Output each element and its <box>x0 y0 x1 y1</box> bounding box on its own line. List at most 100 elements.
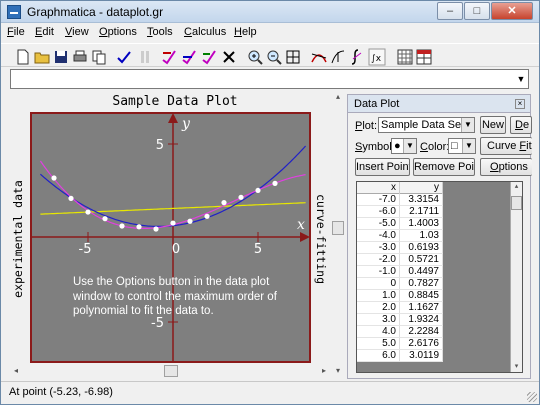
scroll-down-icon[interactable]: ▾ <box>332 365 344 377</box>
cell-y[interactable]: 2.2284 <box>400 326 443 337</box>
options-button[interactable]: Options <box>480 158 532 176</box>
new-file-icon[interactable] <box>13 47 31 65</box>
cell-x[interactable]: -4.0 <box>357 230 400 241</box>
chevron-down-icon[interactable]: ▼ <box>403 139 416 153</box>
scroll-left-icon[interactable]: ◂ <box>10 365 22 377</box>
data-grid[interactable]: x y -7.0 3.3154 -6.0 2.1711 -5.0 1.4003 -4.0 1.… <box>356 181 523 373</box>
table-row[interactable]: -3.0 0.6193 <box>357 242 443 254</box>
cell-x[interactable]: 1.0 <box>357 290 400 301</box>
table-row[interactable]: 3.0 1.9324 <box>357 314 443 326</box>
cell-x[interactable]: 3.0 <box>357 314 400 325</box>
integral-icon[interactable] <box>347 47 365 65</box>
cell-y[interactable]: 0.4497 <box>400 266 443 277</box>
new-button[interactable]: New <box>480 116 506 134</box>
table-row[interactable]: -4.0 1.03 <box>357 230 443 242</box>
cell-x[interactable]: -1.0 <box>357 266 400 277</box>
cell-y[interactable]: 0.5721 <box>400 254 443 265</box>
table-row[interactable]: 5.0 2.6176 <box>357 338 443 350</box>
cell-x[interactable]: -5.0 <box>357 218 400 229</box>
integral-dx-icon[interactable]: ∫x <box>367 47 386 66</box>
remove-point-button[interactable]: Remove Point <box>413 158 475 176</box>
menu-file[interactable]: File <box>7 26 25 38</box>
cell-x[interactable]: -3.0 <box>357 242 400 253</box>
symbol-select[interactable]: ● ▼ <box>391 138 417 154</box>
table-row[interactable]: 0 0.7827 <box>357 278 443 290</box>
table-row[interactable]: 6.0 3.0119 <box>357 350 443 362</box>
cell-x[interactable]: 4.0 <box>357 326 400 337</box>
cell-y[interactable]: 1.9324 <box>400 314 443 325</box>
grid-icon[interactable] <box>395 47 413 65</box>
scroll-down-icon[interactable]: ▾ <box>511 362 522 372</box>
cell-x[interactable]: -7.0 <box>357 194 400 205</box>
grid-scroll-thumb[interactable] <box>511 196 522 210</box>
resize-grip-icon[interactable] <box>527 392 537 402</box>
cell-x[interactable]: 5.0 <box>357 338 400 349</box>
chevron-down-icon[interactable]: ▼ <box>461 118 474 132</box>
data-table[interactable]: x y -7.0 3.3154 -6.0 2.1711 -5.0 1.4003 -4.0 1.… <box>357 182 443 362</box>
zoom-box-icon[interactable] <box>283 47 301 65</box>
chevron-down-icon[interactable]: ▼ <box>462 139 475 153</box>
cell-y[interactable]: 1.03 <box>400 230 443 241</box>
graph-trace-icon[interactable] <box>199 47 217 65</box>
vertical-scroll-thumb[interactable] <box>332 221 344 235</box>
menu-view[interactable]: View <box>65 26 89 38</box>
cell-x[interactable]: -6.0 <box>357 206 400 217</box>
cell-y[interactable]: 2.6176 <box>400 338 443 349</box>
cell-y[interactable]: 3.0119 <box>400 350 443 361</box>
table-row[interactable]: -5.0 1.4003 <box>357 218 443 230</box>
equation-input[interactable]: ▼ <box>10 69 529 89</box>
cell-x[interactable]: 2.0 <box>357 302 400 313</box>
color-select[interactable]: □ ▼ <box>448 138 476 154</box>
cell-y[interactable]: 2.1711 <box>400 206 443 217</box>
zoom-in-icon[interactable] <box>245 47 263 65</box>
graph-area[interactable]: Sample Data Plot y x 5 -5 -5 5 0 Use the… <box>10 91 330 363</box>
menu-options[interactable]: Options <box>99 26 137 38</box>
menu-edit[interactable]: Edit <box>35 26 54 38</box>
table-row[interactable]: 2.0 1.1627 <box>357 302 443 314</box>
derivative-icon[interactable] <box>328 47 346 65</box>
cell-y[interactable]: 3.3154 <box>400 194 443 205</box>
close-button[interactable]: ✕ <box>491 2 533 20</box>
menu-tools[interactable]: Tools <box>147 26 173 38</box>
minimize-button[interactable]: – <box>437 2 463 20</box>
scroll-right-icon[interactable]: ▸ <box>318 365 330 377</box>
scroll-up-icon[interactable]: ▴ <box>332 91 344 103</box>
save-icon[interactable] <box>51 47 69 65</box>
table-row[interactable]: 4.0 2.2284 <box>357 326 443 338</box>
delete-graph-icon[interactable] <box>219 47 237 65</box>
maximize-button[interactable]: □ <box>464 2 490 20</box>
table-row[interactable]: -1.0 0.4497 <box>357 266 443 278</box>
menu-help[interactable]: Help <box>234 26 257 38</box>
scroll-up-icon[interactable]: ▴ <box>511 182 522 192</box>
horizontal-scrollbar[interactable]: ◂ ▸ <box>10 365 330 377</box>
panel-close-icon[interactable]: × <box>515 99 525 109</box>
table-row[interactable]: -6.0 2.1711 <box>357 206 443 218</box>
cell-y[interactable]: 0.6193 <box>400 242 443 253</box>
cell-y[interactable]: 0.7827 <box>400 278 443 289</box>
open-folder-icon[interactable] <box>32 47 50 65</box>
zoom-out-icon[interactable] <box>264 47 282 65</box>
data-table-icon[interactable] <box>414 47 432 65</box>
horizontal-scroll-thumb[interactable] <box>164 365 178 377</box>
table-row[interactable]: -2.0 0.5721 <box>357 254 443 266</box>
cell-y[interactable]: 0.8845 <box>400 290 443 301</box>
column-header-y[interactable]: y <box>400 182 443 194</box>
table-row[interactable]: 1.0 0.8845 <box>357 290 443 302</box>
cell-y[interactable]: 1.1627 <box>400 302 443 313</box>
chevron-down-icon[interactable]: ▼ <box>514 70 528 88</box>
vertical-scrollbar[interactable]: ▴ ▾ <box>332 91 344 377</box>
cell-y[interactable]: 1.4003 <box>400 218 443 229</box>
curve-fit-button[interactable]: Curve Fit <box>480 137 532 155</box>
delete-button[interactable]: De <box>510 116 532 134</box>
cell-x[interactable]: -2.0 <box>357 254 400 265</box>
tangent-icon[interactable] <box>309 47 327 65</box>
cell-x[interactable]: 0 <box>357 278 400 289</box>
graph-edit-icon[interactable] <box>179 47 197 65</box>
menu-calculus[interactable]: Calculus <box>184 26 226 38</box>
plot-check-icon[interactable] <box>114 47 132 65</box>
graph-canvas[interactable]: Sample Data Plot y x 5 -5 -5 5 0 Use the… <box>10 91 330 363</box>
grid-scrollbar[interactable]: ▴ ▾ <box>510 182 522 372</box>
cell-x[interactable]: 6.0 <box>357 350 400 361</box>
insert-point-button[interactable]: Insert Point <box>355 158 410 176</box>
copy-icon[interactable] <box>89 47 107 65</box>
